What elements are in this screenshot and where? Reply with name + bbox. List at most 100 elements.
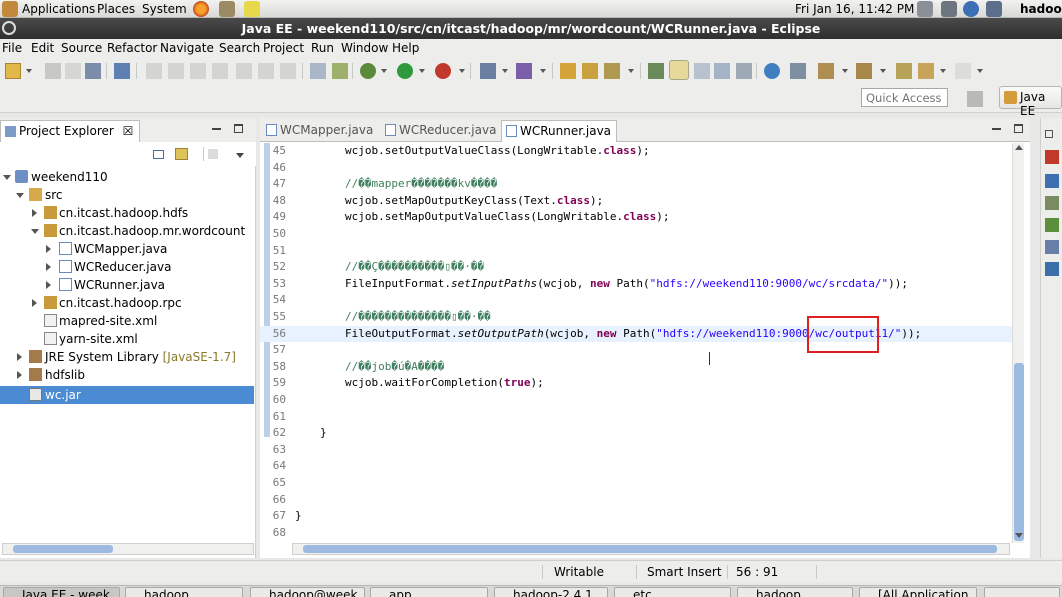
code-line[interactable]: 60 bbox=[260, 392, 1012, 409]
clock[interactable]: Fri Jan 16, 11:42 PM bbox=[795, 0, 914, 18]
new-icon[interactable] bbox=[5, 63, 21, 79]
task-hadoop-2[interactable]: hadoop bbox=[737, 587, 853, 597]
external-tools-dropdown-icon[interactable] bbox=[459, 69, 465, 73]
code-line[interactable]: 62} bbox=[260, 425, 1012, 442]
code-line[interactable]: 53 FileInputFormat.setInputPaths(wcjob, n… bbox=[260, 276, 1012, 293]
expand-icon[interactable] bbox=[32, 209, 37, 217]
code-line[interactable]: 59 wcjob.waitForCompletion(true); bbox=[260, 375, 1012, 392]
step-return-icon[interactable] bbox=[280, 63, 296, 79]
prev-annotation-icon[interactable] bbox=[818, 63, 834, 79]
tree-item-wcrunner[interactable]: WCRunner.java bbox=[0, 276, 254, 294]
scroll-up-icon[interactable] bbox=[1015, 145, 1023, 150]
toggle-mark-occurrences-icon[interactable] bbox=[648, 63, 664, 79]
forward-icon[interactable] bbox=[955, 63, 971, 79]
tab-wcreducer[interactable]: WCReducer.java bbox=[381, 120, 499, 142]
toggle-highlight-icon[interactable] bbox=[669, 60, 689, 80]
user-name[interactable]: hadoop bbox=[1020, 0, 1062, 18]
expand-icon[interactable] bbox=[32, 299, 37, 307]
workspace-switcher[interactable] bbox=[984, 587, 1060, 597]
code-line[interactable]: 57 bbox=[260, 342, 1012, 359]
maximize-icon[interactable] bbox=[234, 124, 243, 133]
code-line[interactable]: 46 bbox=[260, 160, 1012, 177]
task-terminal[interactable]: hadoop@week... bbox=[250, 587, 365, 597]
outline-icon[interactable] bbox=[1045, 174, 1059, 188]
code-line[interactable]: 64 bbox=[260, 458, 1012, 475]
expand-icon[interactable] bbox=[31, 229, 39, 234]
tree-item-package-rpc[interactable]: cn.itcast.hadoop.rpc bbox=[0, 294, 254, 312]
maximize-icon[interactable] bbox=[1014, 124, 1023, 133]
expand-icon[interactable] bbox=[46, 245, 51, 253]
menu-run[interactable]: Run bbox=[311, 39, 334, 57]
new-server-icon[interactable] bbox=[480, 63, 496, 79]
external-tools-icon[interactable] bbox=[435, 63, 451, 79]
menu-navigate[interactable]: Navigate bbox=[160, 39, 214, 57]
applications-menu[interactable]: Applications bbox=[22, 0, 95, 18]
mail-icon[interactable] bbox=[219, 1, 235, 17]
tree-item-weekend110[interactable]: weekend110 bbox=[0, 168, 254, 186]
suspend-icon[interactable] bbox=[168, 63, 184, 79]
explorer-horizontal-scrollbar[interactable] bbox=[2, 543, 254, 555]
show-annotations-icon[interactable] bbox=[736, 63, 752, 79]
console-icon[interactable] bbox=[1045, 262, 1059, 276]
expand-icon[interactable] bbox=[17, 371, 22, 379]
markers-icon[interactable] bbox=[1045, 196, 1059, 210]
save-icon[interactable] bbox=[45, 63, 61, 79]
pin-icon[interactable] bbox=[114, 63, 130, 79]
code-line[interactable]: 45 wcjob.setOutputValueClass(LongWritable… bbox=[260, 143, 1012, 160]
task-app-folder[interactable]: app bbox=[370, 587, 488, 597]
code-editor[interactable]: 45 wcjob.setOutputValueClass(LongWritable… bbox=[260, 143, 1030, 543]
expand-icon[interactable] bbox=[16, 193, 24, 198]
notes-icon[interactable] bbox=[244, 1, 260, 17]
menu-file[interactable]: File bbox=[2, 39, 22, 57]
code-line[interactable]: 58 //��job�ú�A���� bbox=[260, 359, 1012, 376]
link-with-editor-icon[interactable] bbox=[175, 148, 188, 160]
collapse-all-icon[interactable] bbox=[153, 150, 164, 159]
next-annotation-icon[interactable] bbox=[790, 63, 806, 79]
resume-icon[interactable] bbox=[146, 63, 162, 79]
save-all-icon[interactable] bbox=[65, 63, 81, 79]
code-line[interactable]: 63 bbox=[260, 442, 1012, 459]
menu-edit[interactable]: Edit bbox=[31, 39, 54, 57]
task-hadoop-folder[interactable]: hadoop bbox=[125, 587, 243, 597]
run-dropdown-icon[interactable] bbox=[419, 69, 425, 73]
code-line[interactable]: 67} bbox=[260, 508, 1012, 525]
task-hadoop-241[interactable]: hadoop-2.4.1 bbox=[494, 587, 608, 597]
debug-icon[interactable] bbox=[360, 63, 376, 79]
minimize-icon[interactable] bbox=[992, 128, 1001, 130]
scrollbar-thumb[interactable] bbox=[1014, 363, 1024, 541]
step-into-icon[interactable] bbox=[236, 63, 252, 79]
code-line[interactable]: 66 bbox=[260, 492, 1012, 509]
menu-window[interactable]: Window bbox=[341, 39, 388, 57]
menu-refactor[interactable]: Refactor bbox=[107, 39, 157, 57]
firefox-icon[interactable] bbox=[193, 1, 209, 17]
menu-search[interactable]: Search bbox=[219, 39, 260, 57]
tree-item-mapred-site[interactable]: mapred-site.xml bbox=[0, 312, 254, 330]
back-dropdown-icon[interactable] bbox=[940, 69, 946, 73]
new-java-package-icon[interactable] bbox=[516, 63, 532, 79]
tree-item-wcreducer[interactable]: WCReducer.java bbox=[0, 258, 254, 276]
tree-item-wc-jar[interactable]: wc.jar bbox=[0, 386, 254, 404]
menu-source[interactable]: Source bbox=[61, 39, 102, 57]
new-dropdown-icon[interactable] bbox=[26, 69, 32, 73]
system-menu[interactable]: System bbox=[142, 0, 187, 18]
web-browser-icon[interactable] bbox=[764, 63, 780, 79]
task-all-applications[interactable]: [All Application... bbox=[859, 587, 977, 597]
print-icon[interactable] bbox=[85, 63, 101, 79]
tree-item-jre-library[interactable]: JRE System Library [JavaSE-1.7] bbox=[0, 348, 254, 366]
open-task-icon[interactable] bbox=[582, 63, 598, 79]
drop-to-frame-icon[interactable] bbox=[310, 63, 326, 79]
task-etc-folder[interactable]: etc bbox=[614, 587, 731, 597]
editor-vertical-scrollbar[interactable] bbox=[1012, 143, 1024, 543]
code-line[interactable]: 61 bbox=[260, 409, 1012, 426]
network-icon[interactable] bbox=[917, 1, 933, 17]
tree-item-yarn-site[interactable]: yarn-site.xml bbox=[0, 330, 254, 348]
editor-horizontal-scrollbar[interactable] bbox=[292, 543, 1010, 555]
search-dropdown-icon[interactable] bbox=[628, 69, 634, 73]
expand-icon[interactable] bbox=[3, 175, 11, 180]
new-class-dropdown-icon[interactable] bbox=[540, 69, 546, 73]
close-icon[interactable]: ☒ bbox=[123, 124, 134, 138]
tab-wcmapper[interactable]: WCMapper.java bbox=[262, 120, 378, 142]
code-line[interactable]: 51 bbox=[260, 243, 1012, 260]
code-line[interactable]: 54 bbox=[260, 292, 1012, 309]
last-edit-dropdown-icon[interactable] bbox=[880, 69, 886, 73]
